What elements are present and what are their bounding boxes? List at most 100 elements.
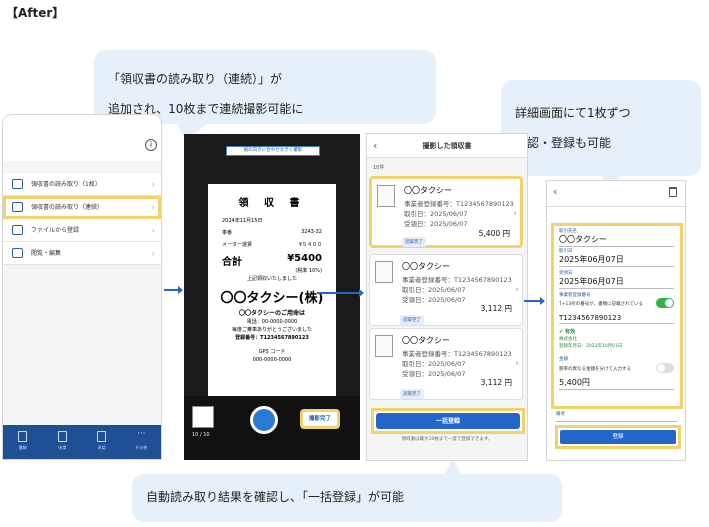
capture-done-button[interactable]: 撮影完了 bbox=[300, 409, 340, 429]
receipt-gps-label: GPS コード bbox=[258, 349, 286, 355]
camera-controls: 10 / 10 撮影完了 bbox=[184, 396, 360, 460]
amount-field[interactable]: 5,400円 bbox=[559, 377, 674, 390]
callout-line: 自動読み取り結果を確認し、「一括登録」が可能 bbox=[146, 490, 405, 504]
chevron-right-icon: › bbox=[515, 285, 519, 295]
capture-menu: 領収書の読み取り（1枚） › 領収書の読み取り（連続） › ファイルから登録 ›… bbox=[3, 173, 161, 265]
phone-menu-screen: i 領収書の読み取り（1枚） › 領収書の読み取り（連続） › ファイルから登録… bbox=[2, 114, 162, 460]
chevron-right-icon: › bbox=[513, 209, 517, 219]
last-shot-thumbnail[interactable] bbox=[192, 406, 214, 428]
back-chevron-icon[interactable]: ‹ bbox=[373, 134, 377, 158]
receipt-card[interactable]: 〇〇タクシー 事業者登録番号：T1234567890123 取引日：2025/0… bbox=[369, 176, 523, 248]
status-badge: 読取完了 bbox=[400, 389, 424, 399]
phone-list-screen: ‹ 撮影した領収書 10件 〇〇タクシー 事業者登録番号：T1234567890… bbox=[366, 133, 528, 461]
receipt-row: メーター運賃 ¥５４００ bbox=[208, 241, 336, 253]
bulk-register-button[interactable]: 一括登録 bbox=[376, 413, 520, 429]
more-icon: ··· bbox=[136, 429, 146, 439]
tab-approve[interactable]: 承認 bbox=[82, 425, 122, 459]
card-name: 〇〇タクシー bbox=[404, 186, 452, 195]
receipt-total-row: 合計 ¥5400 bbox=[208, 253, 336, 268]
shutter-button[interactable] bbox=[250, 406, 278, 434]
list-header: ‹ 撮影した領収書 bbox=[367, 134, 527, 158]
phone-camera-screen: 紙の向きに合わせ大きく撮影 領 収 書 2024年11月15日 車番 3243-3… bbox=[184, 134, 360, 460]
camera-guide-text: 紙の向きに合わせ大きく撮影 bbox=[226, 146, 320, 156]
register-frame: 登録 bbox=[555, 425, 681, 449]
receipt-value: 3243-32 bbox=[301, 229, 322, 235]
menu-item-label: 領収書の読み取り（連続） bbox=[31, 204, 104, 211]
receipt-row: 車番 3243-32 bbox=[208, 229, 336, 241]
tab-label: 書類 bbox=[18, 445, 27, 450]
card-amount: 3,112 円 bbox=[480, 378, 512, 387]
recv-date-field[interactable]: 2025年06月07日 bbox=[559, 276, 674, 289]
menu-item-read-single[interactable]: 領収書の読み取り（1枚） › bbox=[3, 173, 161, 196]
tab-more[interactable]: ··· その他 bbox=[122, 425, 162, 459]
edit-icon bbox=[12, 248, 23, 258]
chevron-right-icon: › bbox=[515, 359, 519, 369]
callout-line: 詳細画面にて1枚ずつ bbox=[515, 106, 631, 120]
page-title: 【After】 bbox=[6, 6, 65, 20]
chevron-right-icon: › bbox=[151, 180, 155, 189]
back-chevron-icon[interactable]: ‹ bbox=[553, 185, 557, 198]
receipt-total-value: ¥5400 bbox=[287, 253, 322, 264]
memo-label: 備考 bbox=[556, 412, 565, 417]
detail-form: 取引先名 〇〇タクシー 取引日 2025年06月07日 受領日 2025年06月… bbox=[551, 223, 683, 409]
card-recv: 受領日：2025/06/07 bbox=[402, 296, 466, 304]
receipt-phone: 電話：00-0000-0000 bbox=[246, 319, 298, 325]
apply-icon bbox=[57, 431, 67, 442]
toggle-knob bbox=[657, 364, 665, 372]
receipt-card[interactable]: 〇〇タクシー 事業者登録番号：T1234567890123 取引日：2025/0… bbox=[369, 254, 523, 326]
flow-arrow bbox=[317, 289, 364, 296]
receipt-thumbnail bbox=[377, 185, 395, 207]
status-badge: 読取完了 bbox=[402, 237, 426, 247]
menu-item-read-continuous[interactable]: 領収書の読み取り（連続） › bbox=[3, 196, 161, 219]
trash-icon[interactable] bbox=[669, 187, 677, 197]
t13-text: T+13桁の番号が、書類に記載されている bbox=[559, 302, 644, 307]
regno-field[interactable]: T1234567890123 bbox=[559, 314, 674, 324]
tab-documents[interactable]: 書類 bbox=[3, 425, 43, 459]
bottom-tab-bar: 書類 申請 承認 ··· その他 bbox=[3, 425, 161, 459]
receipt-regno: 登録番号：T1234567890123 bbox=[235, 335, 309, 341]
camera-icon bbox=[12, 179, 23, 189]
register-button[interactable]: 登録 bbox=[560, 430, 676, 444]
receipt-date: 2024年11月15日 bbox=[222, 218, 263, 224]
receipt-thumbnail bbox=[375, 261, 393, 283]
tax-split-text: 税率の異なる金額を分けて入力する bbox=[559, 367, 631, 372]
t13-toggle[interactable] bbox=[656, 298, 674, 308]
receipt-label: 車番 bbox=[222, 230, 233, 236]
approve-icon bbox=[97, 431, 107, 442]
info-icon[interactable]: i bbox=[145, 139, 157, 151]
valid-status: ✔ 有効 bbox=[559, 328, 575, 335]
menu-item-label: 領収書の読み取り（1枚） bbox=[31, 181, 101, 188]
tab-label: 申請 bbox=[58, 445, 67, 450]
phone-detail-screen: ‹ 取引先名 〇〇タクシー 取引日 2025年06月07日 受領日 2025年0… bbox=[546, 180, 686, 461]
txn-date-field[interactable]: 2025年06月07日 bbox=[559, 254, 674, 267]
bulk-note: 領収書は最大10枚まで一度で登録できます。 bbox=[401, 437, 493, 442]
toggle-knob bbox=[665, 299, 673, 307]
status-badge: 読取完了 bbox=[400, 315, 424, 325]
receipt-tax-note: (税率 10%) bbox=[295, 268, 322, 274]
tab-apply[interactable]: 申請 bbox=[43, 425, 83, 459]
card-date: 取引日：2025/06/07 bbox=[402, 360, 466, 368]
payee-field[interactable]: 〇〇タクシー bbox=[559, 234, 674, 247]
flow-arrow bbox=[524, 297, 545, 304]
card-name: 〇〇タクシー bbox=[402, 262, 450, 271]
memo-field[interactable] bbox=[556, 421, 677, 422]
receipt-card[interactable]: 〇〇タクシー 事業者登録番号：T1234567890123 取引日：2025/0… bbox=[369, 328, 523, 400]
amount-label: 金額 bbox=[559, 357, 568, 362]
menu-item-label: ファイルから登録 bbox=[31, 227, 80, 234]
card-reg: 事業者登録番号：T1234567890123 bbox=[402, 276, 512, 284]
file-add-icon bbox=[12, 225, 23, 235]
card-date: 取引日：2025/06/07 bbox=[404, 210, 468, 218]
callout-line: 「領収書の読み取り（連続）」が bbox=[108, 72, 283, 86]
card-name: 〇〇タクシー bbox=[402, 336, 450, 345]
receipt-received: 上記領収いたしました bbox=[246, 276, 297, 282]
menu-item-view-edit[interactable]: 閲覧・編集 › bbox=[3, 242, 161, 265]
receipt-label: メーター運賃 bbox=[222, 242, 253, 248]
receipt-date-row: 2024年11月15日 bbox=[208, 217, 336, 229]
document-icon bbox=[18, 431, 28, 442]
menu-item-file-register[interactable]: ファイルから登録 › bbox=[3, 219, 161, 242]
receipt-company: 〇〇タクシー(株) bbox=[220, 291, 324, 306]
tax-split-toggle[interactable] bbox=[656, 363, 674, 373]
chevron-right-icon: › bbox=[151, 226, 155, 235]
card-date: 取引日：2025/06/07 bbox=[402, 286, 466, 294]
callout-line: 確認・登録も可能 bbox=[515, 136, 612, 150]
